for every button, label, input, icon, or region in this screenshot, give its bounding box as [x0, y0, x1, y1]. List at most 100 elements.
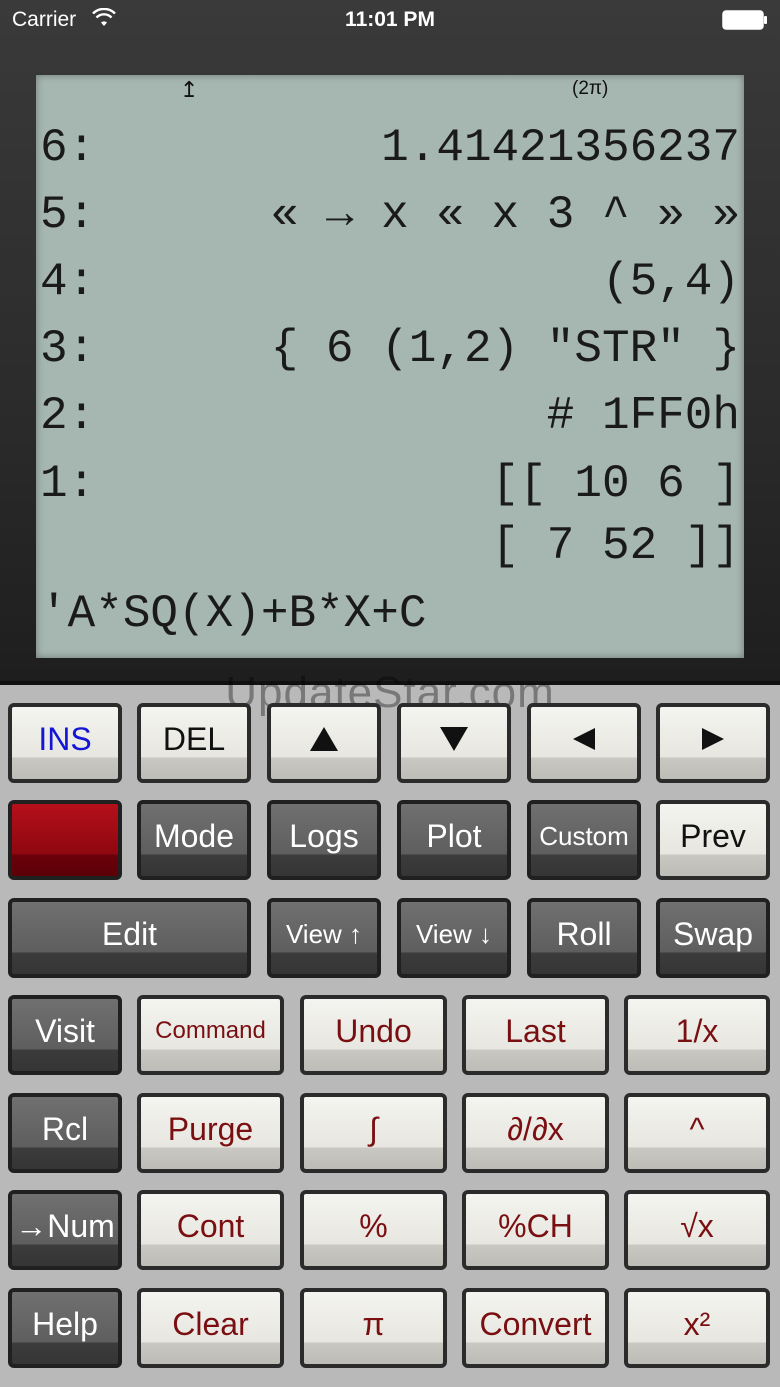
- command-key[interactable]: Command: [137, 995, 284, 1075]
- stack-row[interactable]: 2: # 1FF0h: [40, 383, 740, 449]
- stack-level: 2:: [40, 390, 96, 442]
- convert-key-label: Convert: [479, 1305, 592, 1342]
- right-arrow-icon: [702, 728, 724, 750]
- command-line[interactable]: 'A*SQ(X)+B*X+C: [40, 581, 740, 647]
- stack-value: [[ 10 6 ]: [491, 458, 740, 510]
- purge-key-label: Purge: [167, 1110, 254, 1147]
- rcl-key[interactable]: Rcl: [8, 1093, 122, 1173]
- stack-value: { 6 (1,2) "STR" }: [270, 323, 740, 375]
- power-key[interactable]: ^: [624, 1093, 770, 1173]
- stack-level: 5:: [40, 189, 96, 241]
- stack-level: 3:: [40, 323, 96, 375]
- sqrt-key-label: √x: [680, 1207, 714, 1244]
- stack-row[interactable]: 1: [[ 10 6 ]: [40, 451, 740, 517]
- ins-key-label: INS: [38, 720, 92, 757]
- stack-level: 1:: [40, 458, 96, 510]
- lcd-display: ↥ (2π) 6: 1.41421356237 5: « → x « x 3 ^…: [36, 75, 744, 658]
- inverse-key[interactable]: 1/x: [624, 995, 770, 1075]
- undo-key[interactable]: Undo: [300, 995, 447, 1075]
- square-key[interactable]: x²: [624, 1288, 770, 1368]
- shift-annunciator: ↥: [180, 77, 199, 102]
- cursor-right-key[interactable]: [656, 703, 770, 783]
- view-up-key-label: View ↑: [285, 918, 363, 949]
- edit-key[interactable]: Edit: [8, 898, 251, 978]
- status-time: 11:01 PM: [345, 8, 435, 31]
- stack-value: (5,4): [601, 256, 740, 308]
- power-key-label: ^: [689, 1110, 705, 1147]
- angle-mode-annunciator: (2π): [572, 78, 609, 99]
- cursor-down-key[interactable]: [397, 703, 511, 783]
- battery-icon: [722, 10, 767, 30]
- visit-key[interactable]: Visit: [8, 995, 122, 1075]
- derivative-key[interactable]: ∂/∂x: [462, 1093, 609, 1173]
- clear-key[interactable]: Clear: [137, 1288, 284, 1368]
- stack-value: # 1FF0h: [546, 390, 740, 442]
- plot-key-label: Plot: [426, 817, 482, 854]
- percent-key[interactable]: %: [300, 1190, 447, 1270]
- percent-change-key-label: %CH: [498, 1207, 573, 1244]
- stack-value: 1.41421356237: [381, 122, 740, 174]
- cont-key[interactable]: Cont: [137, 1190, 284, 1270]
- ins-key[interactable]: INS: [8, 703, 122, 783]
- up-arrow-icon: [310, 727, 338, 751]
- stack-value: « → x « x 3 ^ » »: [270, 189, 740, 241]
- stack-row[interactable]: [ 7 52 ]]: [40, 513, 740, 579]
- pi-key-label: π: [362, 1305, 385, 1342]
- clear-key-label: Clear: [172, 1305, 249, 1342]
- cursor-left-key[interactable]: [527, 703, 641, 783]
- status-bar: Carrier 11:01 PM: [0, 0, 780, 40]
- del-key-label: DEL: [162, 720, 226, 757]
- stack-row[interactable]: 6: 1.41421356237: [40, 115, 740, 181]
- rcl-key-label: Rcl: [41, 1110, 89, 1147]
- last-key-label: Last: [505, 1012, 566, 1049]
- mode-key-label: Mode: [153, 817, 235, 854]
- view-down-key[interactable]: View ↓: [397, 898, 511, 978]
- sqrt-key[interactable]: √x: [624, 1190, 770, 1270]
- to-num-key[interactable]: →Num: [8, 1190, 122, 1270]
- view-up-key[interactable]: View ↑: [267, 898, 381, 978]
- left-arrow-icon: [573, 728, 595, 750]
- roll-key-label: Roll: [556, 915, 612, 952]
- derivative-key-label: ∂/∂x: [507, 1110, 564, 1147]
- del-key[interactable]: DEL: [137, 703, 251, 783]
- percent-change-key[interactable]: %CH: [462, 1190, 609, 1270]
- plot-key[interactable]: Plot: [397, 800, 511, 880]
- logs-key[interactable]: Logs: [267, 800, 381, 880]
- integral-key-label: ∫: [369, 1110, 378, 1147]
- swap-key[interactable]: Swap: [656, 898, 770, 978]
- logs-key-label: Logs: [289, 817, 359, 854]
- stack-level: 4:: [40, 256, 96, 308]
- stack-row[interactable]: 5: « → x « x 3 ^ » »: [40, 182, 740, 248]
- mode-key[interactable]: Mode: [137, 800, 251, 880]
- percent-key-label: %: [359, 1207, 388, 1244]
- shift-key[interactable]: [8, 800, 122, 880]
- roll-key[interactable]: Roll: [527, 898, 641, 978]
- stack-row[interactable]: 4: (5,4): [40, 249, 740, 315]
- stack-value: [ 7 52 ]]: [491, 520, 740, 572]
- stack-row[interactable]: 3: { 6 (1,2) "STR" }: [40, 316, 740, 382]
- integral-key[interactable]: ∫: [300, 1093, 447, 1173]
- pi-key[interactable]: π: [300, 1288, 447, 1368]
- undo-key-label: Undo: [335, 1012, 412, 1049]
- cursor-up-key[interactable]: [267, 703, 381, 783]
- view-down-key-label: View ↓: [415, 918, 493, 949]
- purge-key[interactable]: Purge: [137, 1093, 284, 1173]
- custom-key[interactable]: Custom: [527, 800, 641, 880]
- help-key[interactable]: Help: [8, 1288, 122, 1368]
- stack-level: 6:: [40, 122, 96, 174]
- inverse-key-label: 1/x: [675, 1012, 719, 1049]
- help-key-label: Help: [32, 1305, 98, 1342]
- swap-key-label: Swap: [672, 915, 754, 952]
- command-key-label: Command: [155, 1017, 266, 1044]
- to-num-key-label: →Num: [15, 1207, 115, 1244]
- square-key-label: x²: [683, 1305, 711, 1342]
- edit-key-label: Edit: [101, 915, 158, 952]
- down-arrow-icon: [440, 727, 468, 751]
- cont-key-label: Cont: [176, 1207, 245, 1244]
- custom-key-label: Custom: [539, 820, 629, 851]
- convert-key[interactable]: Convert: [462, 1288, 609, 1368]
- visit-key-label: Visit: [35, 1012, 95, 1049]
- prev-key-label: Prev: [680, 817, 746, 854]
- prev-key[interactable]: Prev: [656, 800, 770, 880]
- last-key[interactable]: Last: [462, 995, 609, 1075]
